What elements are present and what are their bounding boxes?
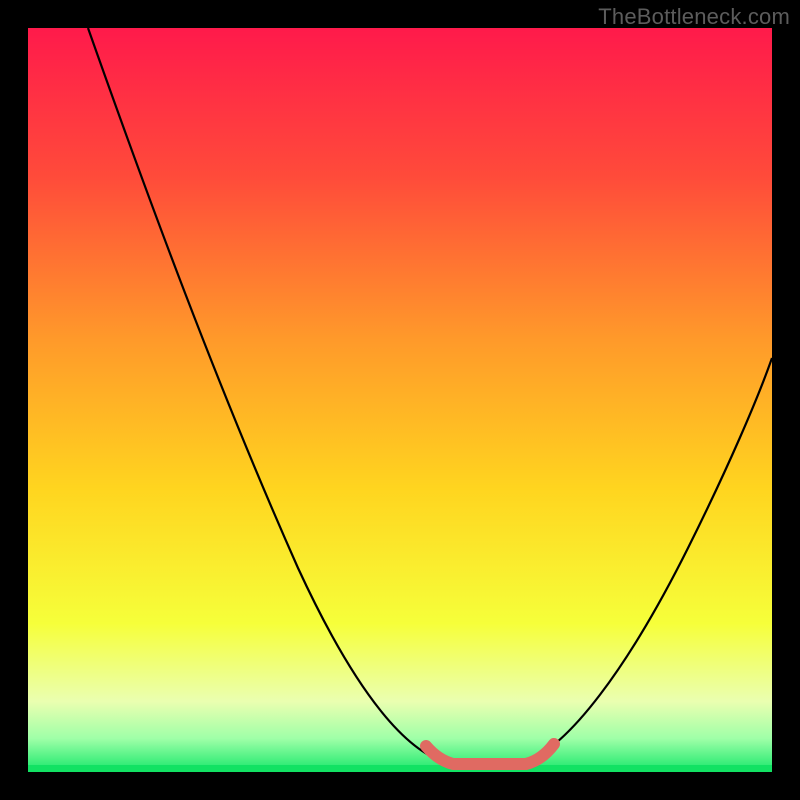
gradient-background bbox=[28, 28, 772, 772]
baseline-strip bbox=[28, 765, 772, 772]
plot-area bbox=[28, 28, 772, 772]
chart-frame: TheBottleneck.com bbox=[0, 0, 800, 800]
chart-svg bbox=[28, 28, 772, 772]
watermark-text: TheBottleneck.com bbox=[598, 4, 790, 30]
